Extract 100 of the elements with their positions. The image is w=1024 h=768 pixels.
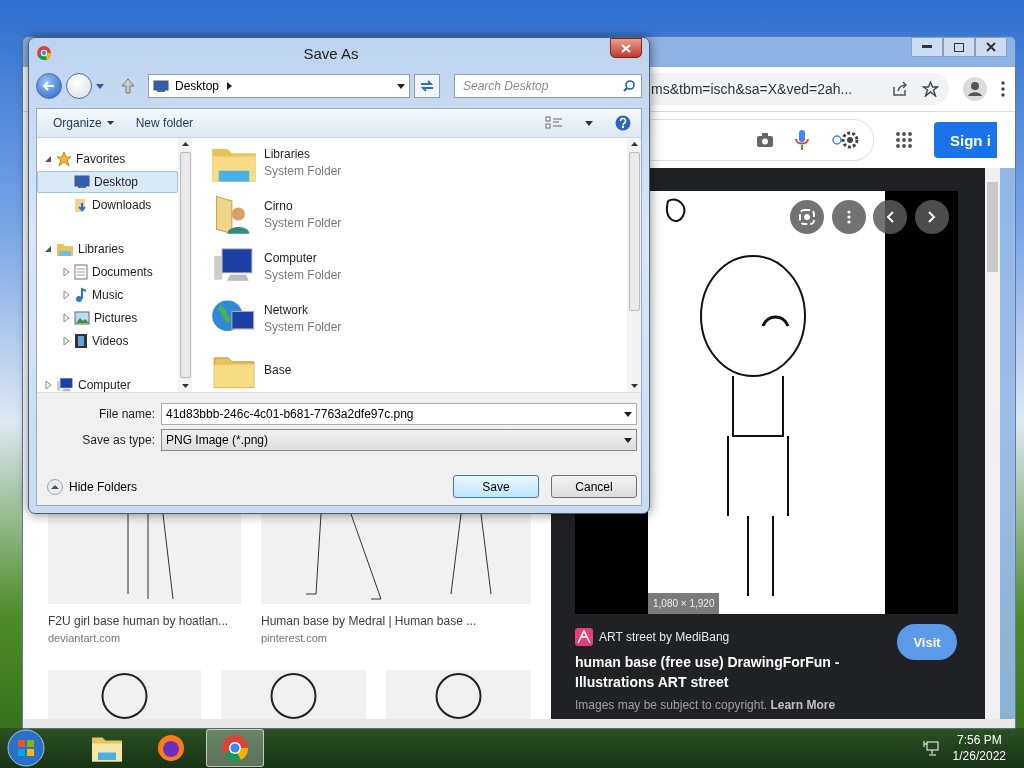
- folder-tree-item[interactable]: Downloads: [37, 194, 178, 216]
- horizontal-scrollbar[interactable]: [23, 719, 1015, 729]
- close-button[interactable]: [975, 37, 1007, 57]
- expand-arrow-icon[interactable]: [62, 268, 70, 276]
- field-label: Save as type:: [81, 433, 155, 447]
- dropdown-arrow-icon[interactable]: [585, 120, 593, 126]
- lens-icon: [798, 208, 816, 226]
- vertical-scrollbar[interactable]: [985, 168, 1000, 719]
- sketch-thumbnail[interactable]: [48, 670, 201, 719]
- start-orb-icon: [7, 729, 45, 767]
- folder-tree-item[interactable]: Desktop: [37, 171, 178, 193]
- network-icon[interactable]: [922, 740, 939, 756]
- result-title[interactable]: human base (free use) DrawingForFun - Illustrations ART street: [575, 652, 865, 692]
- dialog-button[interactable]: Save: [453, 475, 539, 498]
- file-item[interactable]: Cirno System Folder: [210, 194, 627, 234]
- sketch-thumbnail[interactable]: [221, 670, 366, 719]
- help-icon[interactable]: [615, 115, 631, 131]
- scroll-down-icon: [630, 384, 638, 388]
- star-icon: [56, 151, 72, 167]
- file-item[interactable]: Libraries System Folder: [210, 142, 627, 182]
- refresh-arrows-icon: [420, 80, 434, 92]
- folder-tree-item[interactable]: Music: [37, 284, 178, 306]
- minimize-icon: [922, 45, 932, 49]
- folder-tree-item[interactable]: Computer: [37, 374, 178, 396]
- folder-tree-item[interactable]: Videos: [37, 330, 178, 352]
- file-item[interactable]: Computer System Folder: [210, 246, 627, 286]
- dropdown-arrow-icon: [106, 121, 114, 125]
- expand-arrow-icon[interactable]: [62, 337, 70, 345]
- expand-arrow-icon[interactable]: [62, 291, 70, 299]
- dialog-title: Save As: [302, 44, 360, 62]
- field-label: File name:: [97, 407, 155, 421]
- close-icon: [986, 42, 996, 52]
- share-icon[interactable]: [892, 81, 908, 97]
- star-icon[interactable]: [922, 81, 939, 97]
- refresh-button[interactable]: [414, 74, 440, 98]
- folder-tree-item[interactable]: Documents: [37, 261, 178, 283]
- file-name-field[interactable]: 41d83bbb-246c-4c01-b681-7763a2dfe97c.png: [161, 403, 637, 425]
- monitor-icon: [74, 175, 90, 189]
- arrow-left-icon: [43, 81, 55, 91]
- search-box[interactable]: Search Desktop: [454, 74, 642, 98]
- fox-globe-icon: [156, 733, 186, 763]
- dropdown-arrow-icon: [624, 411, 632, 417]
- gear-icon[interactable]: [831, 130, 861, 150]
- learn-more-link[interactable]: Learn More: [770, 698, 836, 712]
- folder-tree-item[interactable]: Pictures: [37, 307, 178, 329]
- music-note-icon: [74, 287, 88, 303]
- maximize-button[interactable]: [943, 37, 975, 57]
- file-item[interactable]: Network System Folder: [210, 298, 627, 338]
- search-icon: [623, 80, 635, 92]
- next-image-button[interactable]: [915, 200, 949, 234]
- start-button[interactable]: [6, 729, 46, 767]
- previous-image-button[interactable]: [873, 200, 907, 234]
- hide-folders-button[interactable]: Hide Folders: [47, 478, 138, 495]
- dialog-button[interactable]: Cancel: [551, 475, 637, 498]
- breadcrumb-arrow-icon[interactable]: [227, 82, 233, 90]
- sign-in-button[interactable]: Sign i: [934, 122, 997, 158]
- scroll-down-icon: [181, 384, 189, 388]
- toolbar-command[interactable]: New folder: [135, 116, 194, 130]
- expand-arrow-icon[interactable]: [62, 314, 70, 322]
- more-menu-icon: [847, 210, 851, 224]
- scroll-up-icon: [181, 142, 189, 146]
- microphone-icon[interactable]: [795, 130, 809, 150]
- file-item[interactable]: Base: [210, 350, 627, 390]
- view-options-icon[interactable]: [545, 116, 563, 130]
- chevron-left-icon: [886, 211, 894, 223]
- scroll-up-icon: [630, 142, 638, 146]
- maximize-icon: [954, 42, 964, 52]
- result-title[interactable]: Human base by Medral | Human base ...: [261, 614, 531, 628]
- result-source: deviantart.com: [48, 632, 122, 644]
- folder-tree-item[interactable]: Favorites: [37, 148, 178, 170]
- dropdown-arrow-icon[interactable]: [397, 83, 405, 89]
- dropdown-arrow-icon: [624, 437, 632, 443]
- back-button[interactable]: [36, 73, 62, 99]
- site-logo-icon: [575, 628, 593, 646]
- chevron-right-icon: [928, 211, 936, 223]
- toolbar-command[interactable]: Organize: [53, 116, 114, 130]
- more-menu-icon[interactable]: [1001, 81, 1005, 97]
- url-text: ms&tbm=isch&sa=X&ved=2ah...: [651, 81, 854, 97]
- monitor-icon: [153, 79, 169, 93]
- vertical-scrollbar[interactable]: [627, 138, 641, 392]
- result-source: pinterest.com: [261, 632, 329, 644]
- sketch-thumbnail[interactable]: [386, 670, 531, 719]
- forward-button[interactable]: [66, 73, 92, 99]
- file-type-dropdown[interactable]: PNG Image (*.png): [161, 429, 637, 451]
- profile-avatar-icon[interactable]: [963, 77, 987, 101]
- computer-icon: [56, 376, 74, 394]
- close-button[interactable]: [610, 38, 642, 58]
- apps-grid-icon[interactable]: [896, 132, 912, 148]
- expand-arrow-icon[interactable]: [44, 381, 52, 389]
- vertical-scrollbar[interactable]: [178, 138, 192, 392]
- minimize-button[interactable]: [911, 37, 943, 57]
- document-icon: [74, 264, 88, 280]
- download-folder-icon: [74, 197, 88, 213]
- clock[interactable]: 7:56 PM 1/26/2022: [952, 733, 1006, 763]
- folder-tree-item[interactable]: Libraries: [37, 238, 178, 260]
- result-title[interactable]: F2U girl base human by hoatlan...: [48, 614, 241, 628]
- picture-icon: [74, 311, 90, 325]
- address-bar[interactable]: ms&tbm=isch&sa=X&ved=2ah...: [651, 73, 949, 105]
- address-field[interactable]: Desktop: [148, 74, 410, 98]
- camera-icon[interactable]: [757, 133, 773, 147]
